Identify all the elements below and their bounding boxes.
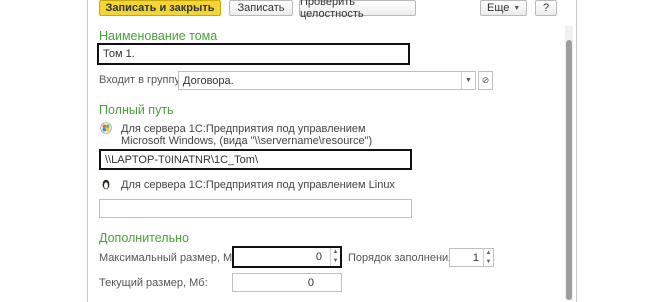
full-path-heading: Полный путь xyxy=(99,103,174,117)
linux-penguin-icon xyxy=(102,179,110,190)
volume-name-heading: Наименование тома xyxy=(99,29,218,43)
group-field[interactable]: Договора. xyxy=(178,71,476,90)
scrollbar-thumb[interactable] xyxy=(566,40,572,300)
save-and-close-button[interactable]: Записать и закрыть xyxy=(99,0,221,16)
fill-order-label: Порядок заполнения: xyxy=(348,252,458,264)
current-size-label: Текущий размер, Мб: xyxy=(99,277,208,289)
group-label: Входит в группу: xyxy=(99,74,183,86)
linux-path-field[interactable] xyxy=(99,199,412,218)
chevron-down-icon: ▼ xyxy=(513,4,521,12)
windows-icon xyxy=(100,122,112,134)
group-value: Договора. xyxy=(183,74,234,87)
fill-order-stepper[interactable]: ▲ ▼ xyxy=(483,249,493,266)
max-size-field[interactable]: 0 xyxy=(232,246,342,268)
volume-name-field[interactable]: Том 1. xyxy=(97,43,410,65)
help-button[interactable]: ? xyxy=(535,0,557,16)
windows-server-description: Для сервера 1С:Предприятия под управлени… xyxy=(121,123,373,147)
chevron-down-icon[interactable]: ▼ xyxy=(461,72,475,89)
stepper-up-icon[interactable]: ▲ xyxy=(484,249,493,258)
stepper-up-icon[interactable]: ▲ xyxy=(331,248,340,257)
save-button[interactable]: Записать xyxy=(229,0,293,16)
max-size-stepper[interactable]: ▲ ▼ xyxy=(330,248,340,266)
current-size-field: 0 xyxy=(232,273,342,292)
linux-server-description: Для сервера 1С:Предприятия под управлени… xyxy=(121,179,395,191)
open-group-button[interactable]: ⊘ xyxy=(478,71,493,90)
windows-path-field[interactable]: \\LAPTOP-T0INATNR\1C_Tom\ xyxy=(99,149,412,170)
link-icon: ⊘ xyxy=(481,75,490,85)
additional-heading: Дополнительно xyxy=(99,231,189,245)
stepper-down-icon[interactable]: ▼ xyxy=(484,258,493,267)
more-label: Еще xyxy=(487,2,510,14)
more-button[interactable]: Еще ▼ xyxy=(480,0,527,16)
stepper-down-icon[interactable]: ▼ xyxy=(331,257,340,266)
check-integrity-button[interactable]: Проверить целостность xyxy=(299,0,416,20)
max-size-label: Максимальный размер, Мб: xyxy=(99,252,242,264)
